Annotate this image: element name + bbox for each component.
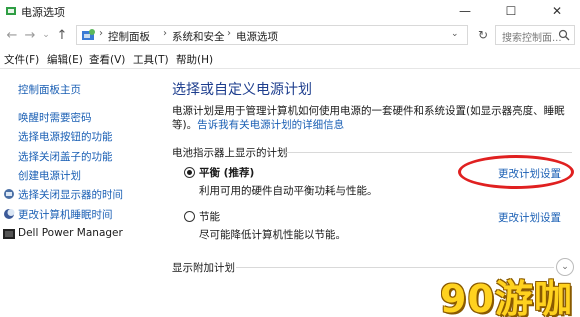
power-saver-plan-radio[interactable]	[184, 211, 195, 222]
balanced-plan-name[interactable]: 平衡 (推荐)	[199, 165, 254, 180]
control-panel-icon	[82, 29, 95, 40]
sidebar-item-lid-close[interactable]: 选择关闭盖子的功能	[18, 149, 113, 164]
power-saver-plan-name[interactable]: 节能	[199, 209, 220, 224]
dell-icon	[3, 229, 15, 239]
plan-description: 电源计划是用于管理计算机如何使用电源的一套硬件和系统设置(如显示器亮度、睡眠等)…	[172, 104, 572, 132]
title-bar: 电源选项 — ☐ ✕	[0, 0, 580, 22]
sidebar-item-create-plan[interactable]: 创建电源计划	[18, 168, 81, 183]
power-options-icon	[6, 7, 16, 15]
watermark-logo: 90游咖	[440, 277, 573, 317]
sidebar-item-control-panel-home[interactable]: 控制面板主页	[18, 82, 81, 97]
balanced-plan-radio[interactable]	[184, 167, 195, 178]
refresh-button[interactable]: ↻	[474, 26, 492, 44]
page-title: 选择或自定义电源计划	[172, 82, 312, 98]
menu-help[interactable]: 帮助(H)	[176, 52, 213, 67]
minimize-button[interactable]: —	[442, 0, 488, 22]
breadcrumb-power-options[interactable]: 电源选项	[236, 29, 278, 44]
maximize-button[interactable]: ☐	[488, 0, 534, 22]
window-title: 电源选项	[21, 6, 65, 19]
address-dropdown-button[interactable]: ⌄	[451, 29, 459, 39]
address-bar[interactable]: › 控制面板 › 系统和安全 › 电源选项 ⌄	[76, 25, 468, 45]
sidebar-item-wake-password[interactable]: 唤醒时需要密码	[18, 110, 92, 125]
sidebar-item-display-off[interactable]: 选择关闭显示器的时间	[18, 187, 123, 202]
menu-edit[interactable]: 编辑(E)	[47, 52, 83, 67]
menu-view[interactable]: 查看(V)	[89, 52, 125, 67]
search-icon	[558, 29, 570, 41]
group-divider	[286, 152, 572, 153]
learn-more-link[interactable]: 告诉我有关电源计划的详细信息	[197, 119, 344, 131]
breadcrumb-system-security[interactable]: 系统和安全	[172, 29, 225, 44]
search-placeholder: 搜索控制面...	[502, 33, 562, 44]
close-button[interactable]: ✕	[534, 0, 580, 22]
battery-plans-header: 电池指示器上显示的计划	[172, 147, 288, 159]
power-saver-change-settings-link[interactable]: 更改计划设置	[498, 210, 561, 225]
show-additional-plans[interactable]: 显示附加计划	[172, 260, 235, 275]
menu-divider	[0, 68, 580, 69]
moon-icon	[4, 209, 15, 219]
breadcrumb-separator: ›	[227, 28, 231, 39]
highlight-circle	[458, 155, 574, 189]
menu-bar: 文件(F) 编辑(E) 查看(V) 工具(T) 帮助(H)	[0, 50, 580, 67]
menu-file[interactable]: 文件(F)	[4, 52, 39, 67]
breadcrumb-control-panel[interactable]: 控制面板	[108, 29, 150, 44]
balanced-plan-description: 利用可用的硬件自动平衡功耗与性能。	[199, 185, 378, 197]
search-input[interactable]: 搜索控制面...	[495, 25, 575, 45]
up-button[interactable]: ↑	[53, 26, 71, 44]
sidebar-item-sleep-time[interactable]: 更改计算机睡眠时间	[18, 207, 113, 222]
sidebar-item-power-button[interactable]: 选择电源按钮的功能	[18, 129, 113, 144]
monitor-icon	[4, 189, 14, 199]
power-saver-plan-description: 尽可能降低计算机性能以节能。	[199, 229, 346, 241]
back-button[interactable]: ←	[3, 26, 21, 44]
sidebar-item-dell-power-manager[interactable]: Dell Power Manager	[18, 227, 123, 239]
menu-tools[interactable]: 工具(T)	[133, 52, 169, 67]
breadcrumb-separator: ›	[163, 28, 167, 39]
navigation-bar: ← → ⌄ ↑ › 控制面板 › 系统和安全 › 电源选项 ⌄ ↻ 搜索控制面.…	[0, 22, 580, 48]
breadcrumb-separator: ›	[99, 28, 103, 39]
